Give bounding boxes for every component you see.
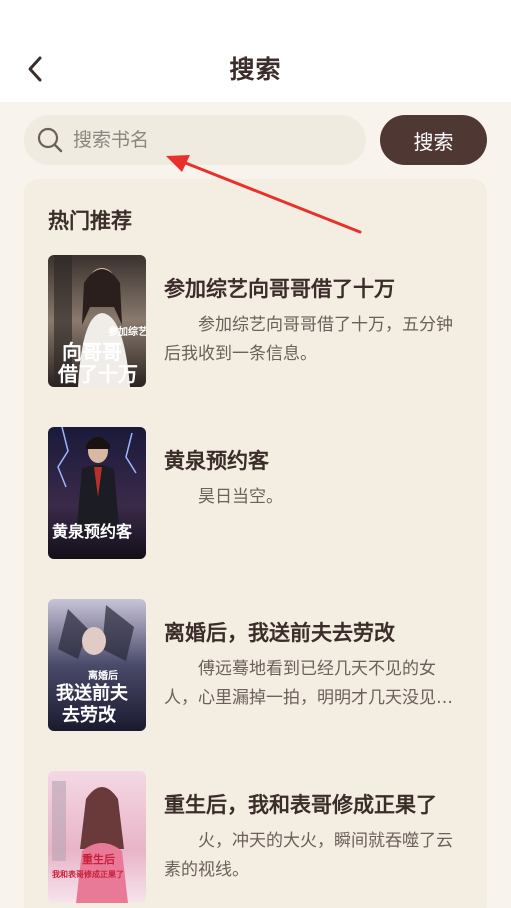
book-cover[interactable]: 离婚后 我送前夫 去劳改 — [48, 599, 146, 731]
cover-text: 去劳改 — [62, 704, 117, 726]
cover-text: 黄泉预约客 — [52, 522, 133, 541]
cover-text: 参加综艺 — [108, 325, 146, 338]
cover-text: 向哥哥 — [62, 340, 122, 364]
book-desc: 傅远蓦地看到已经几天不见的女人，心里漏掉一拍，明明才几天没见，却像过了很久很久。 — [164, 659, 453, 708]
book-item[interactable]: 离婚后 我送前夫 去劳改 离婚后，我送前夫去劳改 傅远蓦地看到已经几天不见的女人… — [48, 599, 468, 731]
cover-text: 借了十万 — [57, 362, 138, 386]
cover-text: 离婚后 — [88, 669, 118, 682]
search-button[interactable]: 搜索 — [380, 115, 487, 165]
cover-text: 我和表哥修成正果了 — [52, 869, 124, 879]
book-desc: 昊日当空。 — [198, 487, 283, 507]
book-item[interactable]: 重生后 我和表哥修成正果了 重生后，我和表哥修成正果了 火，冲天的大火，瞬间就吞… — [48, 771, 468, 903]
book-cover[interactable]: 参加综艺 向哥哥 借了十万 — [48, 255, 146, 387]
book-title[interactable]: 参加综艺向哥哥借了十万 — [164, 273, 464, 303]
search-icon — [37, 127, 63, 153]
page-title: 搜索 — [229, 55, 282, 84]
book-title[interactable]: 离婚后，我送前夫去劳改 — [164, 617, 464, 647]
top-bar: 搜索 — [0, 0, 511, 102]
book-cover[interactable]: 黄泉预约客 — [48, 427, 146, 559]
hot-recommend-card: 热门推荐 参加综艺 向哥哥 借了十万 参加综艺向哥哥借了十万 参加综艺向哥哥借了… — [24, 179, 487, 908]
book-desc: 火，冲天的大火，瞬间就吞噬了云素的视线。 — [164, 831, 453, 880]
cover-text: 重生后 — [82, 852, 115, 866]
search-input[interactable] — [73, 129, 343, 151]
book-item[interactable]: 参加综艺 向哥哥 借了十万 参加综艺向哥哥借了十万 参加综艺向哥哥借了十万，五分… — [48, 255, 468, 387]
book-title[interactable]: 黄泉预约客 — [164, 445, 464, 475]
book-title[interactable]: 重生后，我和表哥修成正果了 — [164, 789, 464, 819]
section-title: 热门推荐 — [48, 209, 132, 233]
cover-text: 我送前夫 — [56, 682, 129, 704]
book-desc: 参加综艺向哥哥借了十万，五分钟后我收到一条信息。 — [164, 315, 453, 364]
book-cover[interactable]: 重生后 我和表哥修成正果了 — [48, 771, 146, 903]
search-box[interactable] — [24, 115, 366, 165]
book-item[interactable]: 黄泉预约客 黄泉预约客 昊日当空。 — [48, 427, 468, 559]
